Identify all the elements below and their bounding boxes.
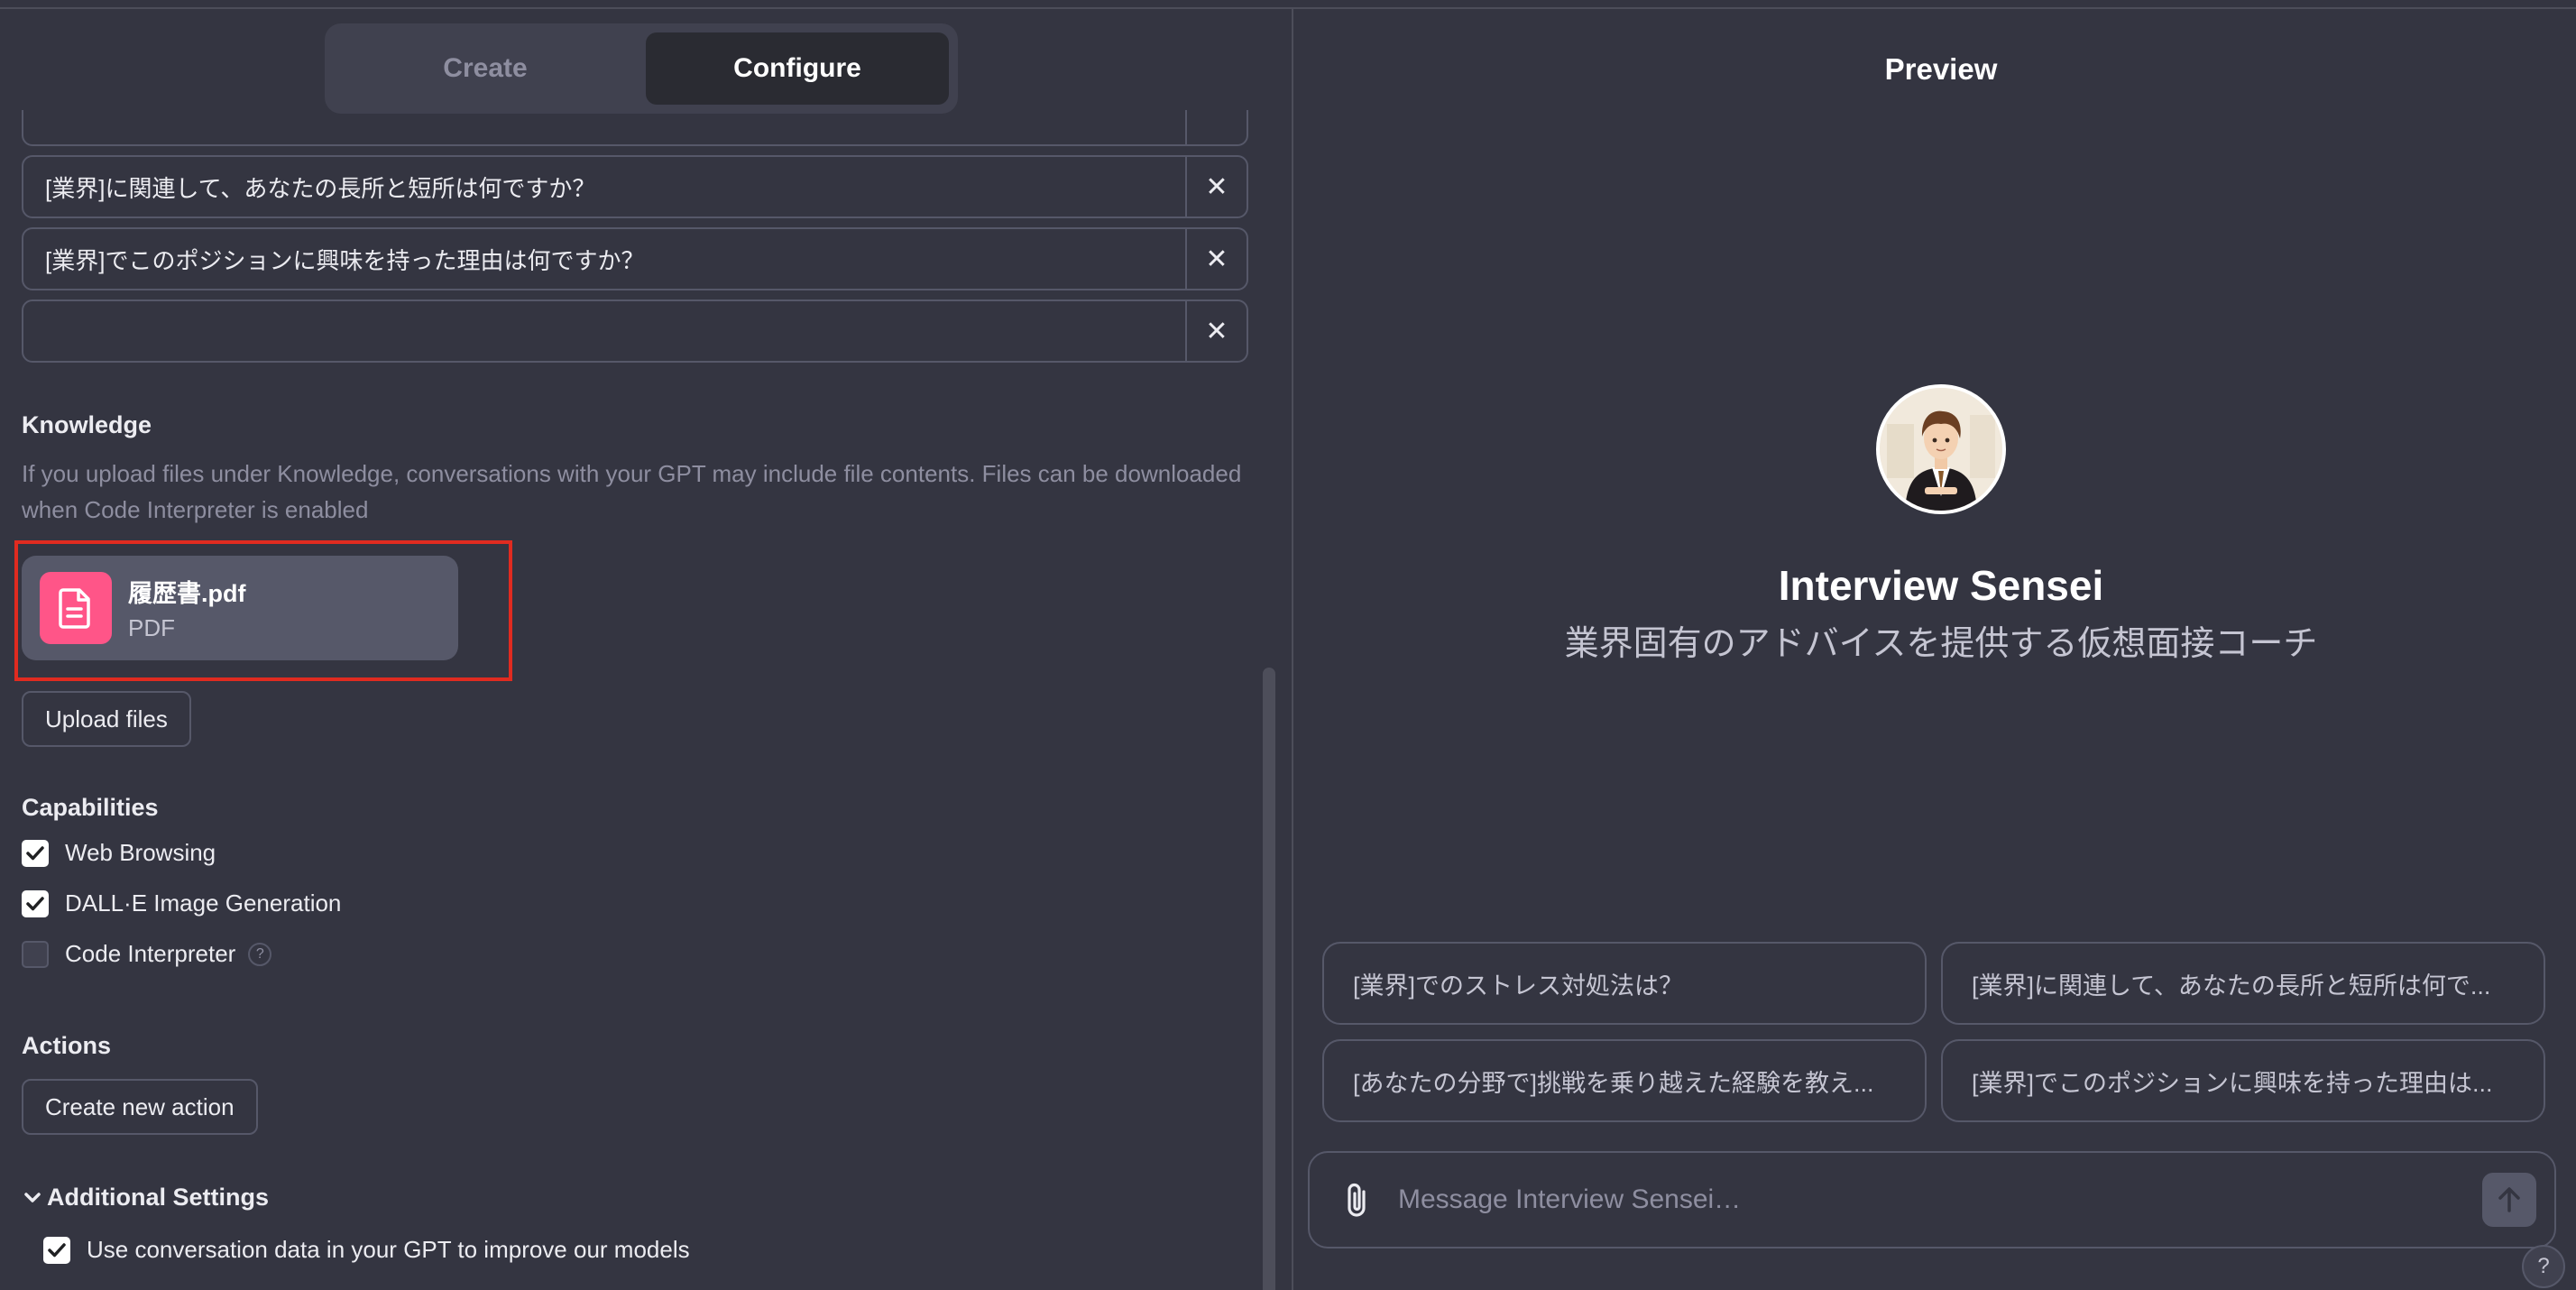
knowledge-description: If you upload files under Knowledge, con…	[22, 460, 1242, 523]
message-composer	[1308, 1151, 2556, 1249]
suggestion-text: [業界]でこのポジションに興味を持った理由は...	[1972, 1069, 2493, 1097]
suggestion-card[interactable]: [あなたの分野で]挑戦を乗り越えた経験を教え...	[1322, 1039, 1927, 1122]
preview-panel: Preview Interview Sensei 業界固有のアドバイスを提供する…	[1293, 9, 2576, 1290]
tab-configure[interactable]: Configure	[646, 32, 949, 105]
uploaded-file-card[interactable]: 履歴書.pdf PDF	[22, 556, 458, 660]
help-button[interactable]: ?	[2522, 1245, 2565, 1288]
capability-label: Code Interpreter	[65, 940, 236, 967]
capability-label: Web Browsing	[65, 839, 216, 866]
send-button[interactable]	[2482, 1173, 2536, 1227]
message-input[interactable]	[1398, 1184, 2482, 1215]
checkbox-unchecked[interactable]	[22, 940, 49, 968]
remove-starter-button[interactable]: ✕	[1185, 301, 1247, 361]
close-icon: ✕	[1205, 316, 1228, 346]
capability-dalle[interactable]: DALL·E Image Generation	[22, 889, 341, 917]
actions-title: Actions	[22, 1032, 112, 1059]
starter-input[interactable]: [業界]に関連して、あなたの長所と短所は何ですか？	[23, 170, 1185, 204]
configure-panel: Create Configure [業界]に関連して、あなたの長所と短所は何です…	[0, 9, 1292, 1290]
tab-create[interactable]: Create	[334, 32, 637, 105]
checkbox-checked[interactable]	[22, 839, 49, 867]
suggestion-card[interactable]: [業界]でこのポジションに興味を持った理由は...	[1941, 1039, 2545, 1122]
create-new-action-button[interactable]: Create new action	[22, 1079, 258, 1135]
capability-web-browsing[interactable]: Web Browsing	[22, 839, 216, 867]
gpt-name: Interview Sensei	[1778, 562, 2104, 609]
top-border	[0, 0, 2576, 9]
close-icon: ✕	[1205, 244, 1228, 274]
help-icon[interactable]: ?	[248, 942, 272, 966]
conversation-starter-row[interactable]: [業界]に関連して、あなたの長所と短所は何ですか？ ✕	[22, 155, 1248, 218]
file-name: 履歴書.pdf	[128, 580, 246, 607]
checkbox-checked[interactable]	[43, 1236, 70, 1264]
suggestion-card[interactable]: [業界]に関連して、あなたの長所と短所は何で...	[1941, 942, 2545, 1025]
mode-switcher: Create Configure	[325, 23, 958, 114]
scrollbar[interactable]	[1263, 668, 1275, 1290]
suggestion-card[interactable]: [業界]でのストレス対処法は？	[1322, 942, 1927, 1025]
chevron-down-icon	[23, 1192, 41, 1204]
option-label: Use conversation data in your GPT to imp…	[87, 1236, 690, 1263]
suggestion-text: [あなたの分野で]挑戦を乗り越えた経験を教え...	[1353, 1069, 1874, 1097]
knowledge-title: Knowledge	[22, 411, 152, 438]
document-icon	[40, 572, 112, 644]
suggestion-text: [業界]に関連して、あなたの長所と短所は何で...	[1972, 972, 2491, 1000]
capability-label: DALL·E Image Generation	[65, 889, 342, 917]
capability-code-interpreter[interactable]: Code Interpreter ?	[22, 940, 272, 968]
suggestion-text: [業界]でのストレス対処法は？	[1353, 972, 1684, 1000]
arrow-up-icon	[2498, 1187, 2520, 1212]
additional-settings-toggle[interactable]: Additional Settings	[23, 1184, 269, 1212]
close-icon: ✕	[1205, 171, 1228, 202]
use-conversation-data-option[interactable]: Use conversation data in your GPT to imp…	[43, 1236, 690, 1264]
starter-row-partial[interactable]	[22, 110, 1248, 146]
paperclip-icon[interactable]	[1317, 1181, 1398, 1219]
preview-title: Preview	[1884, 52, 1998, 86]
gpt-avatar	[1876, 384, 2006, 514]
capabilities-title: Capabilities	[22, 794, 159, 821]
upload-files-button[interactable]: Upload files	[22, 691, 191, 747]
gpt-description: 業界固有のアドバイスを提供する仮想面接コーチ	[1564, 625, 2318, 663]
file-type: PDF	[128, 614, 175, 641]
starter-input[interactable]: [業界]でこのポジションに興味を持った理由は何ですか？	[23, 243, 1185, 276]
additional-settings-label: Additional Settings	[47, 1184, 269, 1211]
remove-starter-button[interactable]: ✕	[1185, 229, 1247, 289]
remove-starter-button[interactable]: ✕	[1185, 157, 1247, 217]
conversation-starter-row[interactable]: [業界]でこのポジションに興味を持った理由は何ですか？ ✕	[22, 227, 1248, 290]
checkbox-checked[interactable]	[22, 889, 49, 917]
conversation-starter-row[interactable]: ✕	[22, 299, 1248, 363]
